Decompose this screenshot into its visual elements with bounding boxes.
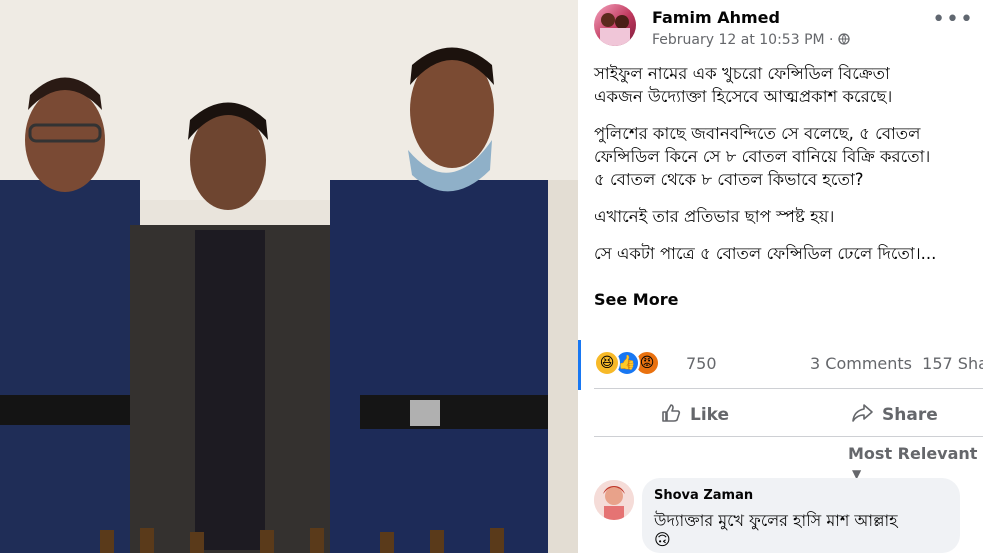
meta-separator: · <box>824 32 838 48</box>
post-paragraph-2: পুলিশের কাছে জবানবন্দিতে সে বলেছে, ৫ বোত… <box>594 124 931 189</box>
selection-indicator <box>578 340 581 390</box>
like-label: Like <box>690 405 730 425</box>
post-photo[interactable] <box>0 0 578 553</box>
comment-bubble: Shova Zaman উদ্যাক্তার মুখে ফুলের হাসি ম… <box>642 478 960 553</box>
reactions-bar: 😆 👍 😡 750 3 Comments 157 Shares <box>594 350 983 380</box>
post-body: সাইফুল নামের এক খুচরো ফেন্সিডিল বিক্রেতা… <box>594 62 983 279</box>
globe-icon <box>838 32 850 48</box>
divider <box>594 436 983 437</box>
share-label: Share <box>882 405 938 425</box>
engagement-counts: 3 Comments 157 Shares <box>810 354 983 373</box>
commenter-avatar[interactable] <box>594 480 634 520</box>
thumbs-up-icon <box>660 402 682 429</box>
comments-count[interactable]: 3 Comments <box>810 354 912 373</box>
commenter-name[interactable]: Shova Zaman <box>654 488 753 503</box>
post-paragraph-3: এখানেই তার প্রতিভার ছাপ স্পষ্ট হয়। <box>594 207 835 226</box>
post-timestamp[interactable]: February 12 at 10:53 PM <box>652 32 825 48</box>
see-more-link[interactable]: See More <box>594 290 678 309</box>
post-paragraph-1: সাইফুল নামের এক খুচরো ফেন্সিডিল বিক্রেতা… <box>594 64 893 106</box>
post-meta: February 12 at 10:53 PM · <box>652 32 850 48</box>
sort-label: Most Relevant <box>848 444 978 463</box>
post-header: Famim Ahmed February 12 at 10:53 PM · ••… <box>594 4 983 52</box>
haha-icon[interactable]: 😆 <box>594 350 620 376</box>
share-arrow-icon <box>850 402 874 429</box>
shares-count[interactable]: 157 Shares <box>922 354 983 373</box>
author-name[interactable]: Famim Ahmed <box>652 8 780 27</box>
more-options-icon[interactable]: ••• <box>932 9 974 31</box>
like-button[interactable]: Like <box>660 400 729 430</box>
author-avatar[interactable] <box>594 4 636 46</box>
comment-emoji: 🙃 <box>654 530 671 549</box>
reaction-count[interactable]: 750 <box>686 354 717 373</box>
post-panel: Famim Ahmed February 12 at 10:53 PM · ••… <box>578 0 983 553</box>
comment-sort-dropdown[interactable]: Most Relevant ▼ <box>848 444 983 482</box>
divider <box>594 388 983 389</box>
share-button[interactable]: Share <box>850 400 938 430</box>
photo-illustration <box>0 0 578 553</box>
post-paragraph-4: সে একটা পাত্রে ৫ বোতল ফেন্সিডিল ঢেলে দিত… <box>594 244 937 263</box>
comment-text: উদ্যাক্তার মুখে ফুলের হাসি মাশ আল্লাহ <box>654 511 898 530</box>
